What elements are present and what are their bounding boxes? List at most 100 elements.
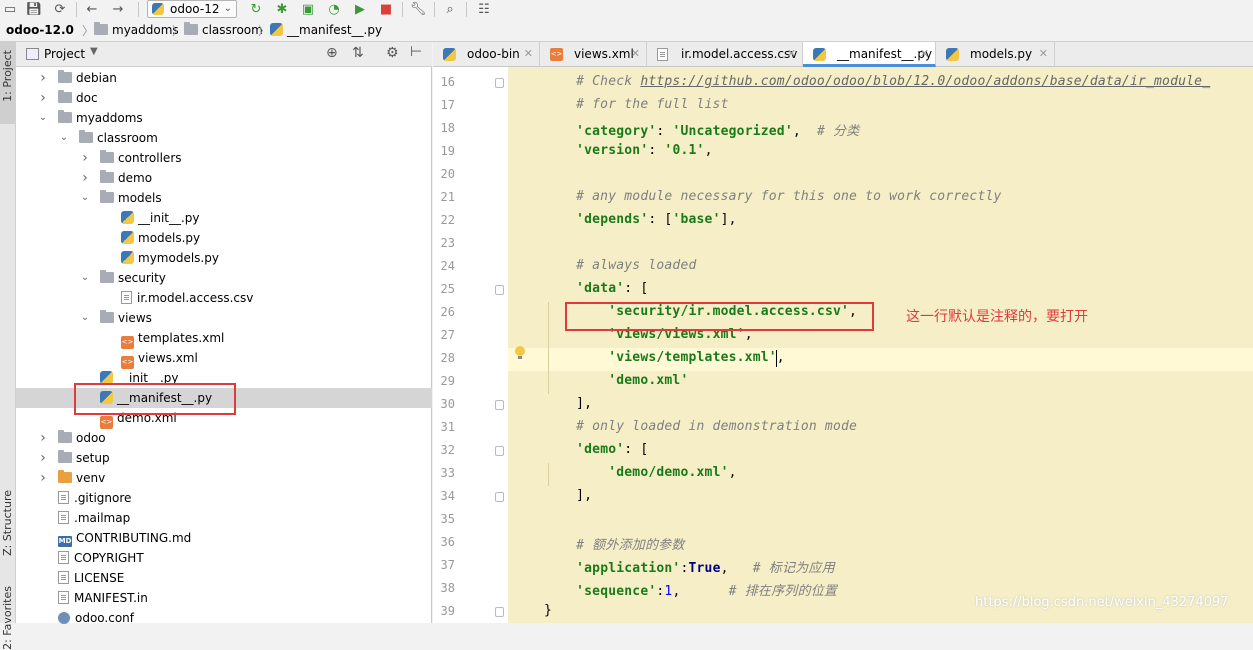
close-icon[interactable]: ✕	[524, 42, 533, 66]
fold-marker-icon[interactable]	[495, 607, 504, 617]
settings-icon[interactable]: 🔧︎	[410, 1, 427, 17]
close-icon[interactable]: ✕	[787, 42, 796, 66]
fold-marker-icon[interactable]	[495, 78, 504, 88]
tree-item[interactable]: mymodels.py	[16, 248, 432, 268]
file-icon	[58, 571, 69, 584]
close-icon[interactable]: ✕	[920, 42, 929, 66]
tree-item[interactable]: › venv	[16, 468, 432, 488]
fold-marker-icon[interactable]	[495, 400, 504, 410]
chevron-down-icon[interactable]: ▼	[90, 46, 98, 57]
tree-item[interactable]: MANIFEST.in	[16, 588, 432, 608]
breadcrumb-item-classroom[interactable]: classroom	[184, 22, 263, 37]
rerun-icon[interactable]: ↻	[248, 1, 264, 17]
tree-item[interactable]: LICENSE	[16, 568, 432, 588]
editor-gutter[interactable]: 16 17 18 19 20 21 22 23 24 25 26 27 28 29 30 31 32 33 34 35…	[433, 67, 508, 623]
breadcrumb-item-manifest[interactable]: __manifest__.py	[270, 23, 382, 37]
chevron-down-icon[interactable]: ⌄	[59, 128, 69, 148]
tree-item[interactable]: <> views.xml	[16, 348, 432, 369]
tree-item-label: mymodels.py	[138, 251, 219, 265]
chevron-down-icon[interactable]: ⌄	[80, 308, 90, 328]
tree-item[interactable]: __init__.py	[16, 208, 432, 228]
tab-manifest-py[interactable]: __manifest__.py ✕	[803, 42, 936, 67]
chevron-right-icon[interactable]: ›	[38, 68, 48, 88]
run-config-select[interactable]: odoo-12 ⌄	[147, 0, 237, 18]
favorites-tool-button[interactable]: 2: Favorites	[1, 586, 14, 650]
code-token: }	[544, 603, 553, 618]
open-icon[interactable]: ▭	[2, 1, 18, 17]
tree-item[interactable]: › demo	[16, 168, 432, 188]
tree-item[interactable]: › doc	[16, 88, 432, 108]
profile-icon[interactable]: ◔	[326, 1, 342, 17]
tree-item[interactable]: › setup	[16, 448, 432, 468]
tree-item-label: COPYRIGHT	[74, 551, 144, 565]
breadcrumb-item-root[interactable]: odoo-12.0	[6, 23, 74, 37]
tree-item[interactable]: › debian	[16, 68, 432, 88]
coverage-icon[interactable]: ▣	[300, 1, 316, 17]
line-number: 34	[440, 489, 455, 503]
code-token: ,	[704, 143, 713, 158]
tab-label: ir.model.access.csv	[681, 47, 798, 61]
tree-item-label: setup	[76, 451, 110, 465]
chevron-right-icon[interactable]: ›	[80, 168, 90, 188]
chevron-right-icon[interactable]: ›	[38, 448, 48, 468]
code-token: ,	[720, 561, 753, 576]
project-panel-title[interactable]: Project	[44, 47, 85, 61]
tree-item[interactable]: ⌄ security	[16, 268, 432, 288]
chevron-right-icon[interactable]: ›	[38, 428, 48, 448]
code-editor[interactable]: # Check https://github.com/odoo/odoo/blo…	[508, 67, 1253, 623]
chevron-down-icon[interactable]: ⌄	[80, 268, 90, 288]
tree-item[interactable]: › controllers	[16, 148, 432, 168]
tree-item[interactable]: .mailmap	[16, 508, 432, 528]
structure-tool-button[interactable]: Z: Structure	[1, 490, 14, 556]
chevron-right-icon[interactable]: ›	[80, 148, 90, 168]
stop-icon[interactable]: ■	[378, 1, 394, 17]
code-token: # only loaded in demonstration mode	[544, 419, 858, 434]
tree-item-content: LICENSE	[58, 568, 124, 588]
chevron-right-icon[interactable]: ›	[38, 88, 48, 108]
fold-marker-icon[interactable]	[495, 492, 504, 502]
structure-icon[interactable]: ☷	[476, 1, 492, 17]
tab-odoo-bin[interactable]: odoo-bin ✕	[433, 42, 540, 67]
tree-item[interactable]: ⌄ classroom	[16, 128, 432, 148]
locate-icon[interactable]: ⊕	[326, 45, 338, 61]
tree-item-content: mymodels.py	[121, 248, 219, 268]
tree-item-content: classroom	[79, 128, 158, 148]
chevron-down-icon[interactable]: ⌄	[38, 108, 48, 128]
tree-item[interactable]: models.py	[16, 228, 432, 248]
search-icon[interactable]: ⌕	[442, 1, 458, 17]
fold-marker-icon[interactable]	[495, 446, 504, 456]
tree-item[interactable]: odoo.conf	[16, 608, 432, 628]
tree-item[interactable]: ir.model.access.csv	[16, 288, 432, 308]
debug-icon[interactable]: ✱	[274, 1, 290, 17]
gear-icon[interactable]: ⚙	[386, 45, 399, 61]
tree-item[interactable]: <> templates.xml	[16, 328, 432, 349]
run-icon[interactable]: ▶	[352, 1, 368, 17]
tree-item[interactable]: .gitignore	[16, 488, 432, 508]
sync-icon[interactable]: ⟳	[52, 1, 68, 17]
tree-item[interactable]: ⌄ models	[16, 188, 432, 208]
breadcrumb-item-myaddoms[interactable]: myaddoms	[94, 22, 179, 37]
tree-item[interactable]: › odoo	[16, 428, 432, 448]
tab-views-xml[interactable]: <> views.xml ✕	[540, 42, 647, 67]
tab-ir-model-access-csv[interactable]: ir.model.access.csv ✕	[647, 42, 803, 67]
tree-item[interactable]: ⌄ views	[16, 308, 432, 328]
chevron-right-icon[interactable]: ›	[38, 468, 48, 488]
collapse-all-icon[interactable]: ⇅	[352, 45, 364, 61]
forward-icon[interactable]: →	[110, 1, 126, 17]
close-icon[interactable]: ✕	[631, 42, 640, 66]
fold-marker-icon[interactable]	[495, 285, 504, 295]
back-icon[interactable]: ←	[84, 1, 100, 17]
tree-item-label: .mailmap	[74, 511, 131, 525]
hide-icon[interactable]: ⊢	[410, 44, 422, 60]
close-icon[interactable]: ✕	[1039, 42, 1048, 66]
tree-item[interactable]: MD CONTRIBUTING.md	[16, 528, 432, 548]
lightbulb-icon[interactable]	[515, 346, 525, 359]
project-tool-button[interactable]: 1: Project	[1, 50, 14, 102]
tree-item[interactable]: ⌄ myaddoms	[16, 108, 432, 128]
save-icon[interactable]: 💾︎	[26, 1, 43, 17]
tab-models-py[interactable]: models.py ✕	[936, 42, 1055, 67]
tree-item[interactable]: COPYRIGHT	[16, 548, 432, 568]
chevron-down-icon[interactable]: ⌄	[80, 188, 90, 208]
